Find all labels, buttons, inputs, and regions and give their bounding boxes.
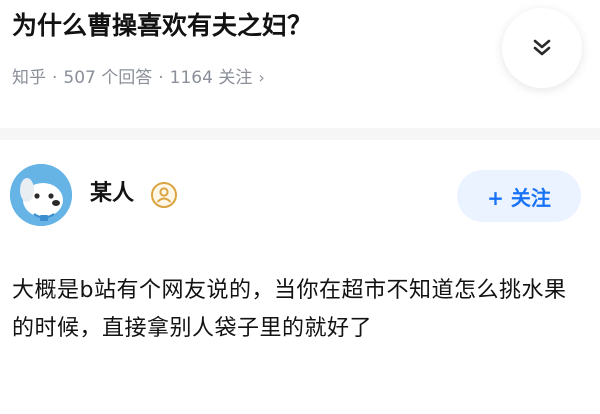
source-label: 知乎 xyxy=(12,68,46,88)
author-avatar[interactable] xyxy=(10,164,72,226)
follow-button[interactable]: + 关注 xyxy=(457,170,581,222)
meta-separator: · xyxy=(158,68,164,88)
question-title[interactable]: 为什么曹操喜欢有夫之妇？ xyxy=(12,8,482,44)
verified-badge xyxy=(150,181,178,209)
double-chevron-down-icon xyxy=(533,39,551,56)
verified-user-badge-icon xyxy=(151,182,177,208)
collapse-button[interactable] xyxy=(502,8,582,88)
author-name[interactable]: 某人 xyxy=(90,178,134,210)
meta-separator: · xyxy=(52,68,58,88)
answer-count: 507 个回答 xyxy=(63,68,153,88)
dog-avatar-icon xyxy=(10,164,72,226)
section-divider xyxy=(0,128,600,140)
question-meta[interactable]: 知乎 · 507 个回答 · 1164 关注 › xyxy=(12,64,265,92)
follower-count: 1164 关注 xyxy=(169,68,253,88)
chevron-right-icon: › xyxy=(258,68,265,87)
answer-content[interactable]: 大概是b站有个网友说的，当你在超市不知道怎么挑水果的时候，直接拿别人袋子里的就好… xyxy=(12,272,588,348)
